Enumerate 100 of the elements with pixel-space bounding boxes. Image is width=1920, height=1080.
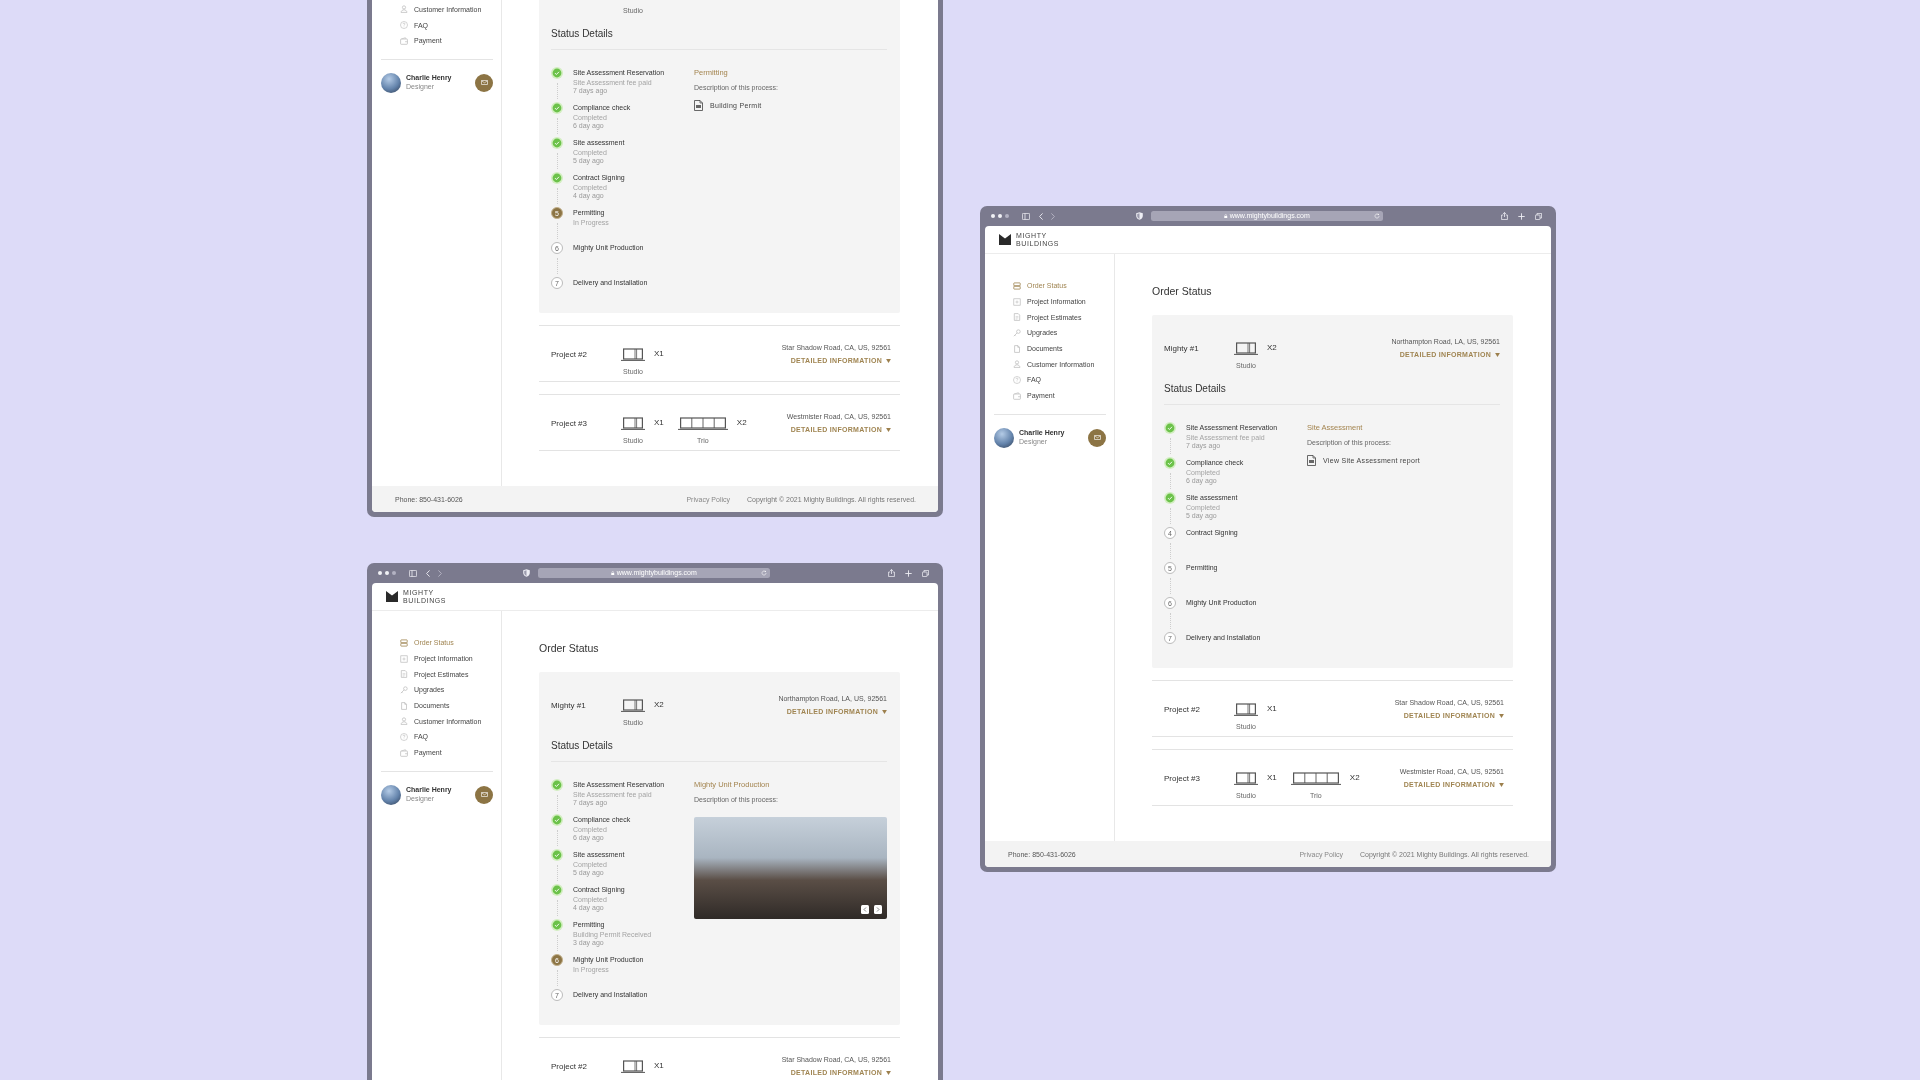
two-squares-icon[interactable]: [1535, 212, 1542, 220]
share-icon[interactable]: [1501, 212, 1508, 220]
lock-icon: [611, 570, 615, 576]
reload-icon[interactable]: [761, 570, 767, 576]
reload-icon[interactable]: [1374, 213, 1380, 219]
section-title: Status Details: [551, 739, 887, 762]
check-circle-icon: [551, 102, 563, 114]
plus-icon[interactable]: [905, 569, 912, 577]
page-icon: [1013, 344, 1021, 353]
share-icon[interactable]: [888, 569, 895, 577]
trio-module-icon: [677, 417, 728, 430]
unit-count: X1: [654, 417, 664, 429]
forward-icon[interactable]: [1051, 212, 1055, 220]
project-name: Mighty #1: [551, 699, 587, 712]
avatar: [994, 427, 1014, 448]
avatar: [381, 784, 401, 805]
unit-count: X2: [736, 417, 747, 429]
check-circle-icon: [551, 137, 563, 149]
unit-count: X2: [1349, 772, 1360, 784]
person-icon: [400, 717, 408, 726]
project-name: Mighty #1: [1164, 342, 1200, 355]
project-name: Project #3: [551, 417, 589, 430]
caret-icon: [886, 1070, 891, 1075]
studio-module-icon: [1234, 772, 1258, 785]
unit-count: X2: [654, 699, 664, 711]
help-icon: [1013, 375, 1021, 384]
back-icon[interactable]: [426, 569, 430, 577]
check-circle-icon: [551, 919, 563, 931]
wallet-icon: [400, 36, 408, 45]
step-connector: [556, 83, 558, 99]
mail-button[interactable]: [475, 73, 493, 92]
section-title: Status Details: [1164, 382, 1500, 405]
studio-module-icon: [621, 417, 645, 430]
caret-icon: [1499, 713, 1504, 718]
person-icon: [1013, 360, 1021, 369]
step-connector: [1169, 613, 1171, 629]
project-name: Project #2: [551, 348, 589, 361]
shield-icon[interactable]: [523, 569, 530, 577]
step-connector: [556, 188, 558, 204]
studio-module-icon: [621, 699, 645, 712]
studio-module-icon: [1234, 703, 1258, 716]
sidebar-toggle-icon[interactable]: [1022, 212, 1030, 220]
forward-icon[interactable]: [438, 569, 442, 577]
wallet-icon: [1013, 391, 1021, 400]
check-circle-icon: [551, 67, 563, 79]
unit-count: X2: [1267, 342, 1277, 354]
key-icon: [400, 685, 408, 694]
step-connector: [556, 830, 558, 846]
step-connector: [556, 935, 558, 951]
key-icon: [1013, 328, 1021, 337]
plus-square-icon: [400, 654, 408, 663]
studio-module-icon: [621, 348, 645, 361]
pdf-file-icon: [1307, 455, 1316, 466]
avatar: [381, 72, 401, 93]
step-connector: [556, 223, 558, 239]
person-icon: [400, 5, 408, 14]
project-name: Project #2: [551, 1060, 589, 1073]
help-icon: [400, 732, 408, 741]
sheet-icon: [400, 670, 408, 679]
check-circle-icon: [551, 779, 563, 791]
caret-icon: [886, 358, 891, 363]
shield-icon[interactable]: [1136, 212, 1143, 220]
mail-button[interactable]: [475, 785, 493, 804]
pdf-file-icon: [694, 100, 703, 111]
check-circle-icon: [1164, 422, 1176, 434]
studio-module-icon: [1234, 342, 1258, 355]
step-connector: [556, 900, 558, 916]
check-circle-icon: [1164, 457, 1176, 469]
logo-icon: [999, 234, 1011, 245]
check-circle-icon: [551, 814, 563, 826]
envelope-icon: [480, 792, 488, 797]
next-button[interactable]: [874, 905, 882, 914]
chevron-left-icon: [863, 907, 867, 912]
mail-button[interactable]: [1088, 428, 1106, 447]
two-squares-icon[interactable]: [922, 569, 929, 577]
check-circle-icon: [551, 172, 563, 184]
back-icon[interactable]: [1039, 212, 1043, 220]
step-connector: [556, 153, 558, 169]
step-connector: [556, 258, 558, 274]
step-connector: [1169, 438, 1171, 454]
sheet-icon: [1013, 313, 1021, 322]
page-title: Order Status: [539, 641, 600, 655]
page-icon: [400, 701, 408, 710]
unit-count: X1: [654, 1060, 664, 1072]
caret-icon: [886, 427, 891, 432]
unit-count: X1: [1267, 772, 1277, 784]
plus-icon[interactable]: [1518, 212, 1525, 220]
section-title: Status Details: [551, 27, 887, 50]
sidebar-toggle-icon[interactable]: [409, 569, 417, 577]
help-icon: [400, 21, 408, 30]
step-connector: [1169, 543, 1171, 559]
step-connector: [556, 795, 558, 811]
caret-icon: [1499, 782, 1504, 787]
step-connector: [556, 118, 558, 134]
caret-icon: [882, 709, 887, 714]
chevron-right-icon: [876, 907, 880, 912]
envelope-icon: [480, 80, 488, 86]
stack-icon: [1013, 281, 1021, 290]
previous-button[interactable]: [861, 905, 869, 914]
project-name: Project #2: [1164, 703, 1202, 716]
